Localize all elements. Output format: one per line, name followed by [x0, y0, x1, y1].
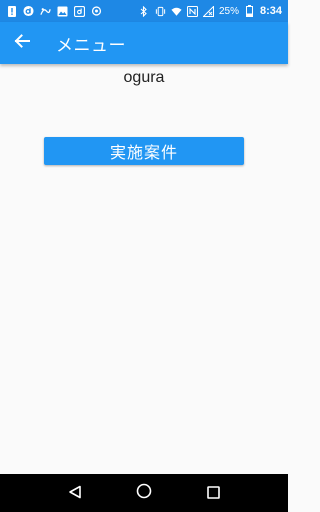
back-button[interactable]: [0, 22, 44, 64]
recents-square-icon: [207, 484, 220, 503]
home-circle-icon: [136, 483, 152, 503]
no-signal-icon: [202, 5, 214, 17]
back-triangle-icon: [68, 484, 82, 503]
status-system: 25% 8:34: [139, 5, 282, 17]
nav-back-button[interactable]: [55, 474, 95, 512]
nfc-icon: [186, 5, 198, 17]
clock: 8:34: [259, 5, 282, 17]
voice-icon: [40, 6, 51, 17]
docomo-icon: [23, 5, 34, 17]
back-arrow-icon: [14, 33, 30, 53]
image-icon: [57, 6, 68, 17]
sync-icon: [91, 6, 102, 17]
docomo-app-icon: [74, 5, 85, 17]
system-nav-bar: [0, 474, 288, 512]
page-title: メニュー: [56, 35, 126, 56]
user-name: ogura: [123, 69, 165, 86]
nav-recents-button[interactable]: [193, 474, 233, 512]
status-bar: 25% 8:34: [0, 0, 288, 22]
status-notifications: [6, 5, 102, 17]
bluetooth-icon: [139, 5, 150, 17]
alert-icon: [6, 5, 17, 17]
app-bar: メニュー: [0, 22, 288, 64]
nav-home-button[interactable]: [124, 474, 164, 512]
wifi-icon: [171, 6, 182, 17]
vibrate-icon: [155, 6, 166, 17]
battery-percent: 25%: [218, 5, 239, 17]
battery-icon: [244, 5, 255, 17]
projects-button[interactable]: 実施案件: [44, 137, 244, 165]
